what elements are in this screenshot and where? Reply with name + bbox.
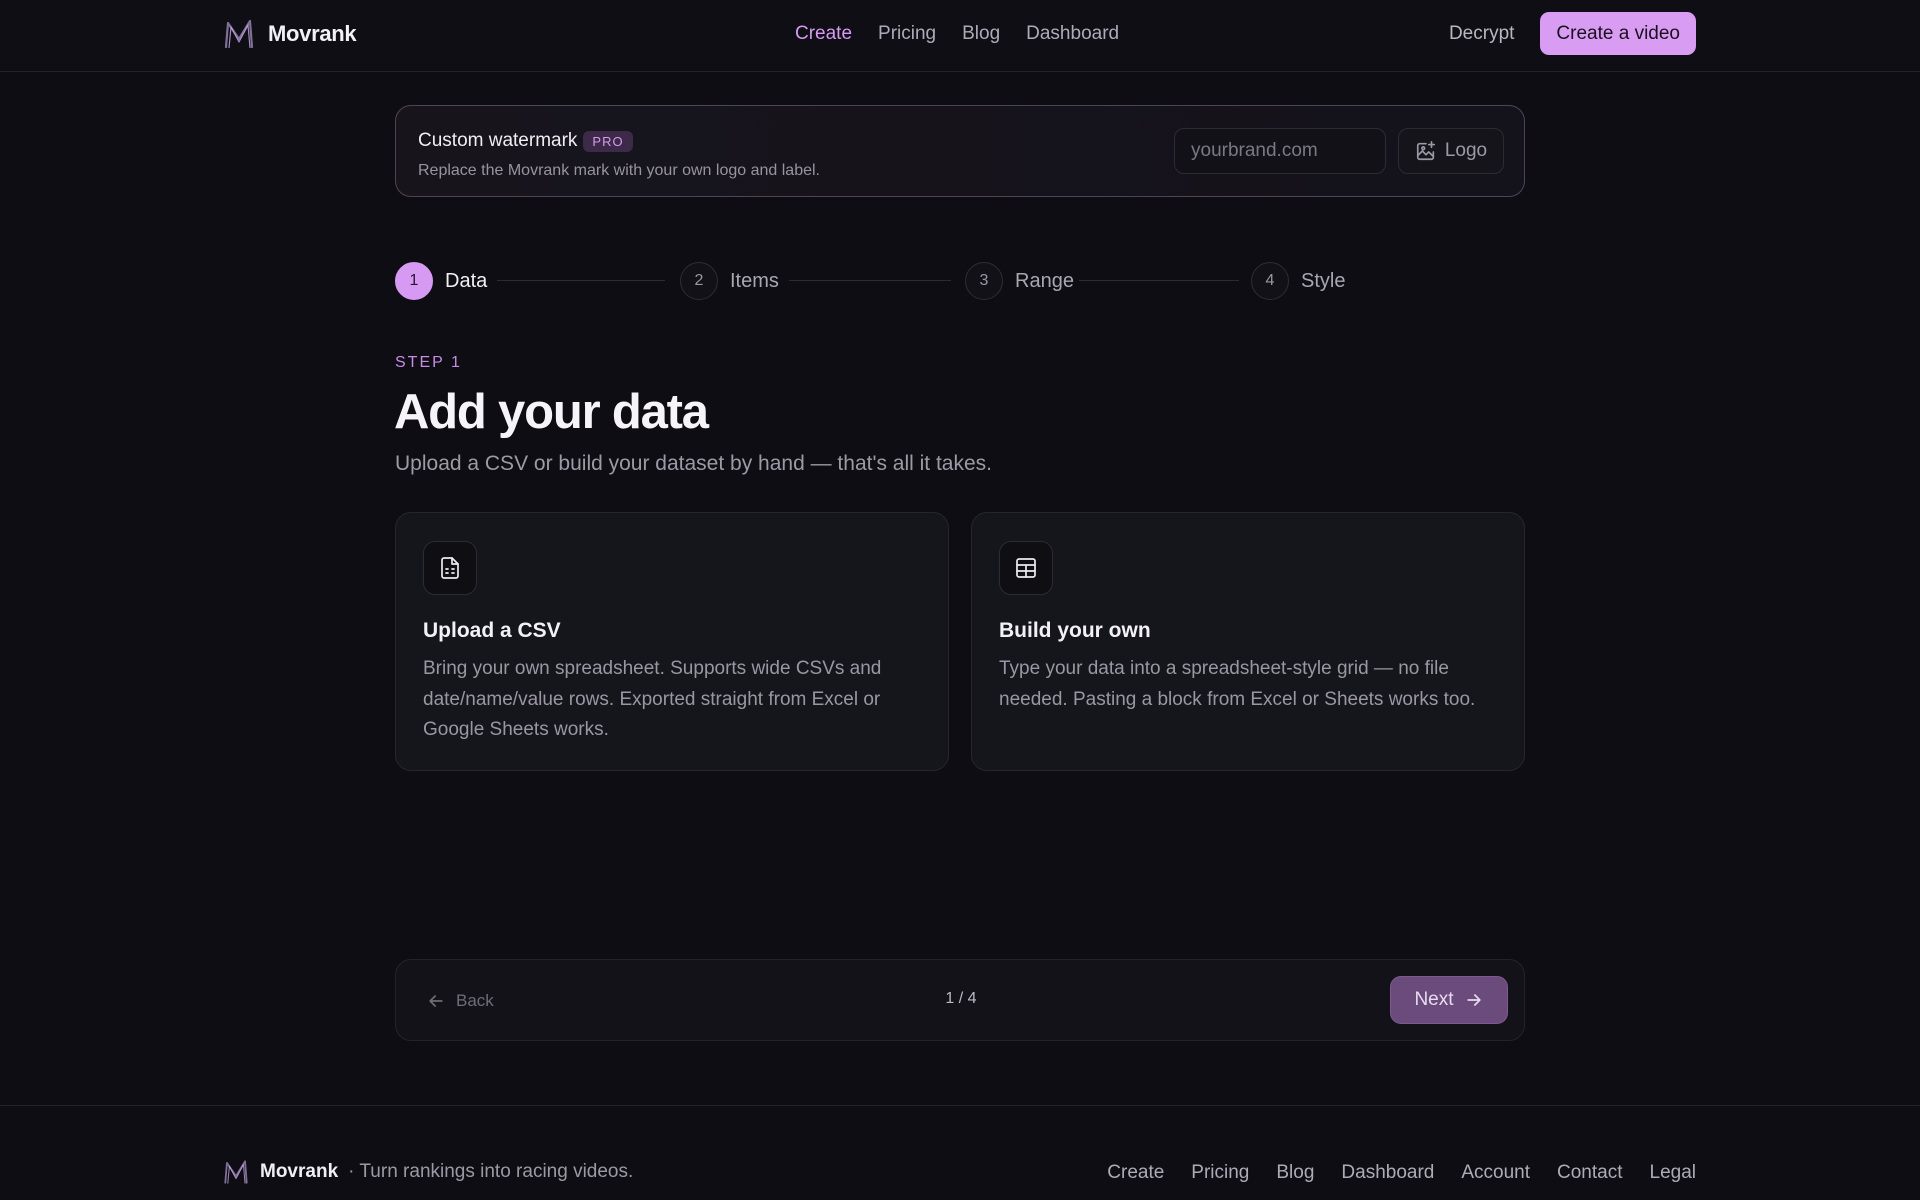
back-label: Back bbox=[456, 991, 494, 1010]
brand[interactable]: Movrank bbox=[222, 16, 357, 52]
option-description: Type your data into a spreadsheet-style … bbox=[999, 658, 1476, 710]
page-indicator: 1 / 4 bbox=[945, 990, 977, 1007]
step-connector bbox=[789, 280, 951, 281]
top-header: Movrank Create Pricing Blog Dashboard De… bbox=[0, 0, 1920, 72]
nav-dashboard[interactable]: Dashboard bbox=[1026, 20, 1119, 48]
upload-logo-button[interactable]: Logo bbox=[1398, 128, 1504, 174]
next-button[interactable]: Next bbox=[1390, 976, 1508, 1024]
site-footer: Movrank · Turn rankings into racing vide… bbox=[0, 1105, 1920, 1200]
decrypt-link[interactable]: Decrypt bbox=[1449, 23, 1514, 45]
main-nav: Create Pricing Blog Dashboard bbox=[795, 20, 1119, 48]
next-label: Next bbox=[1414, 989, 1454, 1010]
footer-link-legal[interactable]: Legal bbox=[1650, 1162, 1697, 1184]
icon-tile bbox=[423, 541, 477, 595]
watermark-label-input[interactable] bbox=[1174, 128, 1386, 174]
nav-pricing[interactable]: Pricing bbox=[878, 20, 936, 48]
image-add-icon bbox=[1416, 141, 1435, 161]
create-video-button[interactable]: Create a video bbox=[1540, 12, 1696, 55]
step-connector bbox=[497, 280, 665, 281]
step-label: Style bbox=[1301, 269, 1346, 292]
nav-create[interactable]: Create bbox=[795, 20, 852, 48]
footer-link-blog[interactable]: Blog bbox=[1276, 1162, 1314, 1184]
step-eyebrow: STEP 1 bbox=[395, 354, 462, 371]
footer-link-pricing[interactable]: Pricing bbox=[1191, 1162, 1249, 1184]
step-connector bbox=[1079, 280, 1239, 281]
movrank-logo-icon bbox=[224, 19, 254, 49]
watermark-title-row: Custom watermark PRO bbox=[418, 130, 633, 152]
step-label: Range bbox=[1015, 269, 1074, 292]
table-grid-icon bbox=[1016, 558, 1036, 578]
file-csv-icon bbox=[441, 557, 459, 579]
footer-tagline: · Turn rankings into racing videos. bbox=[348, 1161, 634, 1182]
watermark-description: Replace the Movrank mark with your own l… bbox=[418, 162, 820, 179]
step-number: 1 bbox=[395, 262, 433, 300]
step-range[interactable]: 3 Range bbox=[965, 262, 1074, 300]
nav-blog[interactable]: Blog bbox=[962, 20, 1000, 48]
footer-link-contact[interactable]: Contact bbox=[1557, 1162, 1622, 1184]
step-style[interactable]: 4 Style bbox=[1251, 262, 1345, 300]
wizard-stepper: 1 Data 2 Items 3 Range 4 Style bbox=[395, 262, 1525, 300]
logo-button-label: Logo bbox=[1444, 140, 1488, 161]
build-your-own-card[interactable]: Build your own Type your data into a spr… bbox=[971, 512, 1525, 771]
page-title: Add your data bbox=[394, 385, 709, 439]
page-subtitle: Upload a CSV or build your dataset by ha… bbox=[395, 452, 993, 475]
option-title: Build your own bbox=[999, 619, 1151, 642]
wizard-footer-nav: Back 1 / 4 Next bbox=[395, 959, 1525, 1041]
step-data[interactable]: 1 Data bbox=[395, 262, 487, 300]
custom-watermark-card: Custom watermark PRO Replace the Movrank… bbox=[395, 105, 1525, 197]
footer-brand-name[interactable]: Movrank bbox=[260, 1161, 338, 1183]
step-items[interactable]: 2 Items bbox=[680, 262, 779, 300]
header-actions: Decrypt Create a video bbox=[1449, 12, 1696, 55]
footer-link-dashboard[interactable]: Dashboard bbox=[1341, 1162, 1434, 1184]
step-number: 3 bbox=[965, 262, 1003, 300]
pro-badge: PRO bbox=[583, 130, 633, 152]
upload-csv-card[interactable]: Upload a CSV Bring your own spreadsheet.… bbox=[395, 512, 949, 771]
step-number: 4 bbox=[1251, 262, 1289, 300]
brand-name: Movrank bbox=[268, 21, 357, 46]
step-label: Items bbox=[730, 269, 779, 292]
icon-tile bbox=[999, 541, 1053, 595]
step-label: Data bbox=[445, 269, 488, 292]
footer-link-create[interactable]: Create bbox=[1107, 1162, 1164, 1184]
arrow-left-icon bbox=[429, 995, 443, 1007]
footer-nav: Create Pricing Blog Dashboard Account Co… bbox=[1107, 1162, 1696, 1184]
watermark-title: Custom watermark bbox=[418, 130, 578, 151]
footer-link-account[interactable]: Account bbox=[1461, 1162, 1530, 1184]
footer-brand: Movrank · Turn rankings into racing vide… bbox=[222, 1158, 633, 1186]
option-description: Bring your own spreadsheet. Supports wid… bbox=[423, 658, 882, 740]
movrank-logo-icon bbox=[224, 1160, 248, 1184]
option-title: Upload a CSV bbox=[423, 619, 561, 642]
step-number: 2 bbox=[680, 262, 718, 300]
arrow-right-icon bbox=[1466, 994, 1481, 1006]
back-button[interactable]: Back bbox=[426, 982, 494, 1020]
